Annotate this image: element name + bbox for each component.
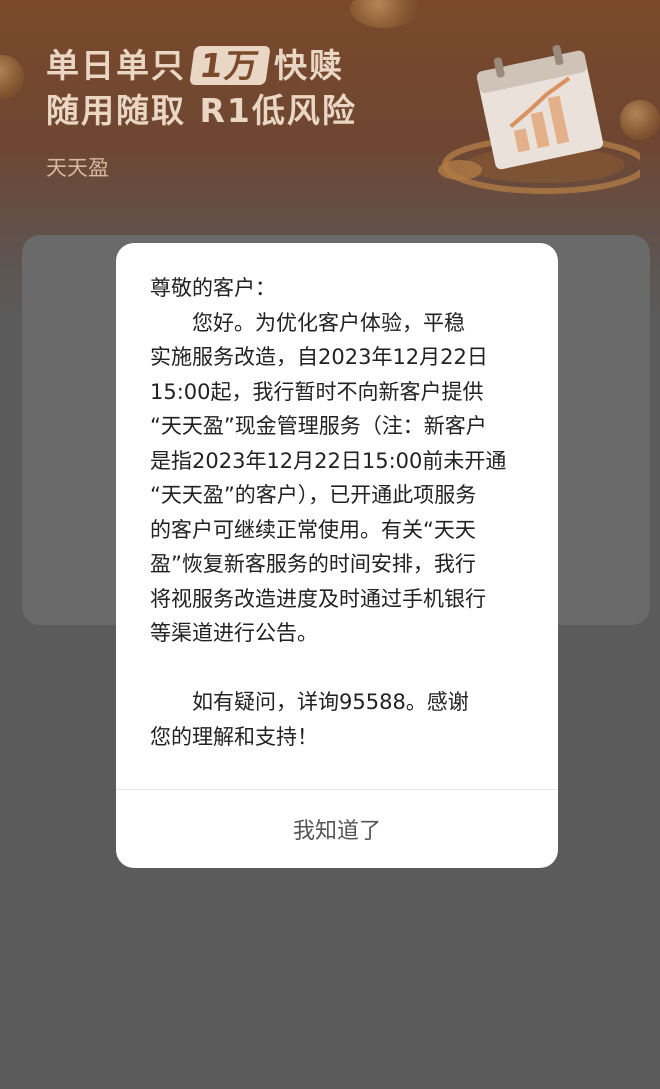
product-name: 天天盈 [46,156,109,180]
dialog-message: 尊敬的客户： 您好。为优化客户体验，平稳 实施服务改造，自2023年12月22日… [150,276,507,749]
banner-headline-line1: 单日单只 1万 快赎 [46,46,344,85]
headline-text: 单日单只 [46,46,186,85]
calendar-chart-icon [438,45,640,194]
coin-icon [350,0,420,28]
amount-badge: 1万 [189,46,271,85]
coin-icon [0,55,24,99]
notice-dialog: 尊敬的客户： 您好。为优化客户体验，平稳 实施服务改造，自2023年12月22日… [116,243,558,868]
headline-text: 快赎 [273,46,344,85]
confirm-button[interactable]: 我知道了 [116,790,558,868]
banner-headline-line2: 随用随取 R1低风险 [46,91,357,130]
